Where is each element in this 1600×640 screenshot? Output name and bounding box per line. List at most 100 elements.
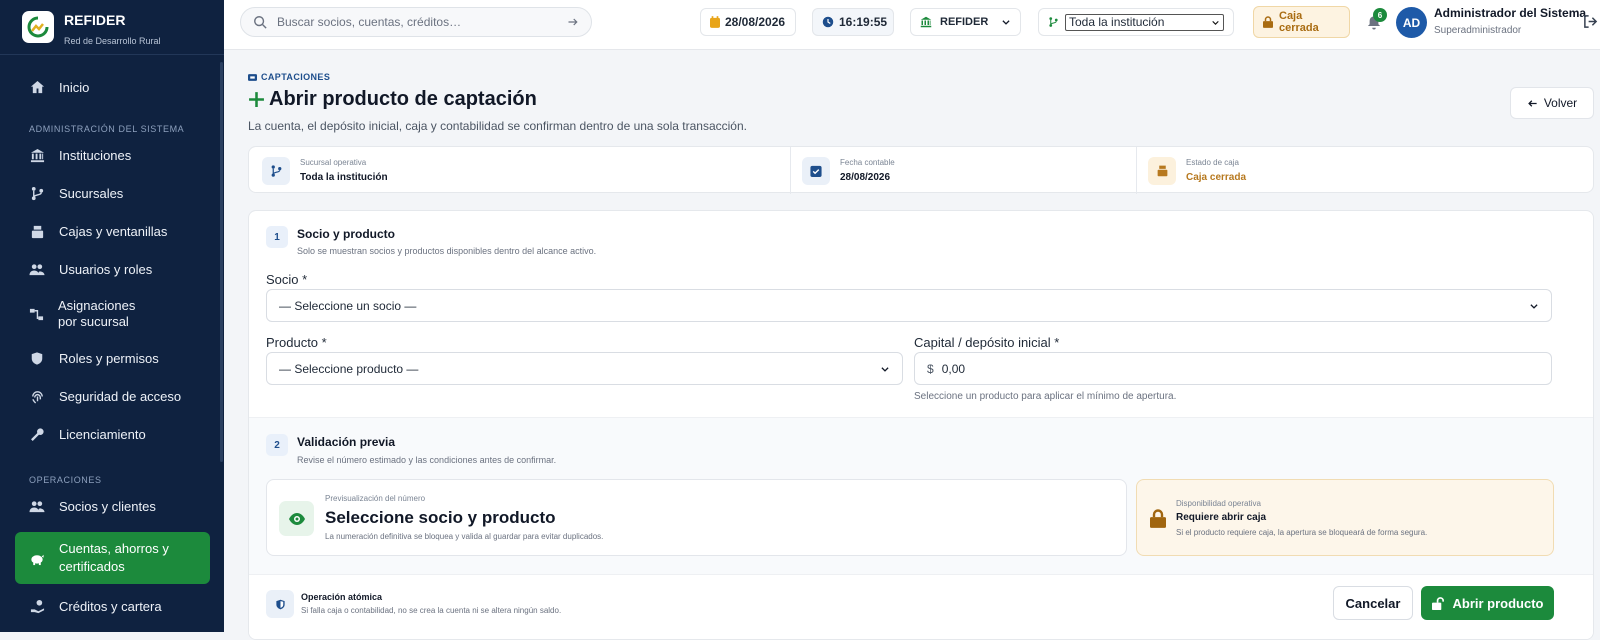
capital-hint: Seleccione un producto para aplicar el m… xyxy=(914,391,1177,402)
divider xyxy=(1136,147,1137,194)
sidebar-item-roles[interactable]: Roles y permisos xyxy=(5,343,159,373)
number-preview-box: Previsualización del número Seleccione s… xyxy=(266,479,1127,556)
key-icon xyxy=(29,426,45,442)
scope-select[interactable]: Toda la institución xyxy=(1065,13,1224,31)
fingerprint-icon xyxy=(29,388,45,404)
bank-icon xyxy=(920,16,932,28)
member-select[interactable]: — Seleccione un socio — xyxy=(266,289,1552,322)
availability-value: Requiere abrir caja xyxy=(1176,512,1267,523)
nav-section-admin: ADMINISTRACIÓN DEL SISTEMA xyxy=(29,124,185,134)
sidebar-item-inicio[interactable]: Inicio xyxy=(5,72,89,102)
arrow-right-icon[interactable] xyxy=(567,16,579,28)
calendar-check-icon xyxy=(802,156,830,185)
sidebar-item-sucursales[interactable]: Sucursales xyxy=(5,178,123,208)
chevron-down-icon xyxy=(1529,301,1539,311)
open-product-label: Abrir producto xyxy=(1452,595,1544,611)
capital-input[interactable]: $ 0,00 xyxy=(914,352,1552,385)
back-button[interactable]: Volver xyxy=(1510,87,1594,119)
info-date-value: 28/08/2026 xyxy=(840,172,891,183)
branch-icon xyxy=(29,185,45,201)
sidebar-item-asignaciones[interactable]: Asignaciones por sucursal xyxy=(5,294,155,334)
shield-icon xyxy=(29,350,45,366)
global-search[interactable]: Buscar socios, cuentas, créditos… xyxy=(240,7,592,37)
sidebar-item-instituciones[interactable]: Instituciones xyxy=(5,140,131,170)
page-title: Abrir producto de captación xyxy=(269,88,537,110)
cash-register-icon xyxy=(1148,156,1176,185)
institution-selector[interactable]: REFIDER xyxy=(910,8,1021,36)
home-icon xyxy=(29,79,45,95)
divider xyxy=(790,147,791,194)
sidebar-item-label: Créditos y cartera xyxy=(59,598,162,614)
product-label: Producto * xyxy=(266,335,327,350)
topbar: Buscar socios, cuentas, créditos… 28/08/… xyxy=(224,0,1600,50)
sidebar-item-label: Usuarios y roles xyxy=(59,261,153,277)
sidebar-item-label: Roles y permisos xyxy=(59,350,159,366)
user-role: Superadministrador xyxy=(1434,25,1522,36)
bank-icon xyxy=(29,147,45,163)
calendar-icon xyxy=(710,16,720,28)
info-cash-value: Caja cerrada xyxy=(1186,172,1247,183)
nav-section-ops: OPERACIONES xyxy=(29,475,102,485)
step-number: 2 xyxy=(266,434,288,456)
current-time: 16:19:55 xyxy=(839,15,888,29)
info-cash: Estado de caja Caja cerrada xyxy=(1148,147,1246,194)
availability-box: Disponibilidad operativa Requiere abrir … xyxy=(1136,479,1554,556)
sidebar-scrollbar[interactable] xyxy=(220,62,223,462)
atomic-title: Operación atómica xyxy=(301,592,383,602)
current-date: 28/08/2026 xyxy=(725,15,786,29)
sidebar-item-seguridad[interactable]: Seguridad de acceso xyxy=(5,381,181,411)
brand[interactable]: REFIDER Red de Desarrollo Rural xyxy=(0,0,224,55)
atomic-description: Si falla caja o contabilidad, no se crea… xyxy=(301,606,562,615)
info-branch-value: Toda la institución xyxy=(300,172,388,183)
sidebar-item-creditos[interactable]: Créditos y cartera xyxy=(5,591,162,621)
availability-note: Si el producto requiere caja, la apertur… xyxy=(1176,528,1428,537)
search-input[interactable]: Buscar socios, cuentas, créditos… xyxy=(277,15,567,29)
notification-count: 6 xyxy=(1373,8,1387,22)
info-date-label: Fecha contable xyxy=(840,158,895,167)
sidebar-item-licenciamiento[interactable]: Licenciamiento xyxy=(5,419,146,449)
preview-label: Previsualización del número xyxy=(325,494,426,503)
form-card: 1 Socio y producto Solo se muestran soci… xyxy=(248,210,1594,640)
scope-value: Toda la institución xyxy=(1069,15,1165,29)
sidebar-item-label: Licenciamiento xyxy=(59,426,146,442)
branch-icon xyxy=(1048,16,1059,28)
cancel-button[interactable]: Cancelar xyxy=(1333,586,1413,620)
sidebar-item-label: Socios y clientes xyxy=(59,498,156,514)
main-content: CAPTACIONES Abrir producto de captación … xyxy=(224,50,1600,640)
sidebar-item-socios[interactable]: Socios y clientes xyxy=(5,491,156,521)
chevron-down-icon xyxy=(1211,18,1220,27)
cash-register-icon xyxy=(29,223,45,239)
sidebar-item-label: Cuentas, ahorros y certificados xyxy=(59,541,169,574)
user-name: Administrador del Sistema xyxy=(1434,6,1587,20)
open-product-button[interactable]: Abrir producto xyxy=(1421,586,1554,620)
chevron-down-icon xyxy=(1001,17,1011,27)
availability-label: Disponibilidad operativa xyxy=(1176,499,1261,508)
sidebar-item-label: Instituciones xyxy=(59,147,132,163)
logout-icon[interactable] xyxy=(1583,14,1598,29)
page-subtitle: La cuenta, el depósito inicial, caja y c… xyxy=(248,119,747,133)
member-select-value: — Seleccione un socio — xyxy=(279,298,417,313)
product-select[interactable]: — Seleccione producto — xyxy=(266,352,903,385)
users-icon xyxy=(29,261,45,277)
sidebar-item-usuarios[interactable]: Usuarios y roles xyxy=(5,254,152,284)
cash-status-badge[interactable]: Caja cerrada xyxy=(1253,6,1350,38)
sidebar-item-cuentas[interactable]: Cuentas, ahorros y certificados xyxy=(15,532,210,584)
breadcrumb: CAPTACIONES xyxy=(248,72,330,82)
preview-value: Seleccione socio y producto xyxy=(325,508,556,527)
hand-money-icon xyxy=(29,598,45,614)
section-title: Validación previa xyxy=(297,435,396,449)
info-cash-label: Estado de caja xyxy=(1186,158,1239,167)
branch-icon xyxy=(262,156,290,185)
info-branch: Sucursal operativa Toda la institución xyxy=(262,147,388,194)
validation-section: 2 Validación previa Revise el número est… xyxy=(249,417,1593,592)
clock-icon xyxy=(822,16,834,28)
avatar[interactable]: AD xyxy=(1396,7,1427,38)
form-footer: Operación atómica Si falla caja o contab… xyxy=(249,574,1593,639)
date-pill: 28/08/2026 xyxy=(700,8,796,36)
member-label: Socio * xyxy=(266,272,308,287)
currency-symbol: $ xyxy=(927,361,934,376)
sidebar-item-label: Seguridad de acceso xyxy=(59,388,182,404)
shield-icon xyxy=(266,590,294,618)
notifications-button[interactable]: 6 xyxy=(1364,8,1387,36)
sidebar-item-cajas[interactable]: Cajas y ventanillas xyxy=(5,216,167,246)
